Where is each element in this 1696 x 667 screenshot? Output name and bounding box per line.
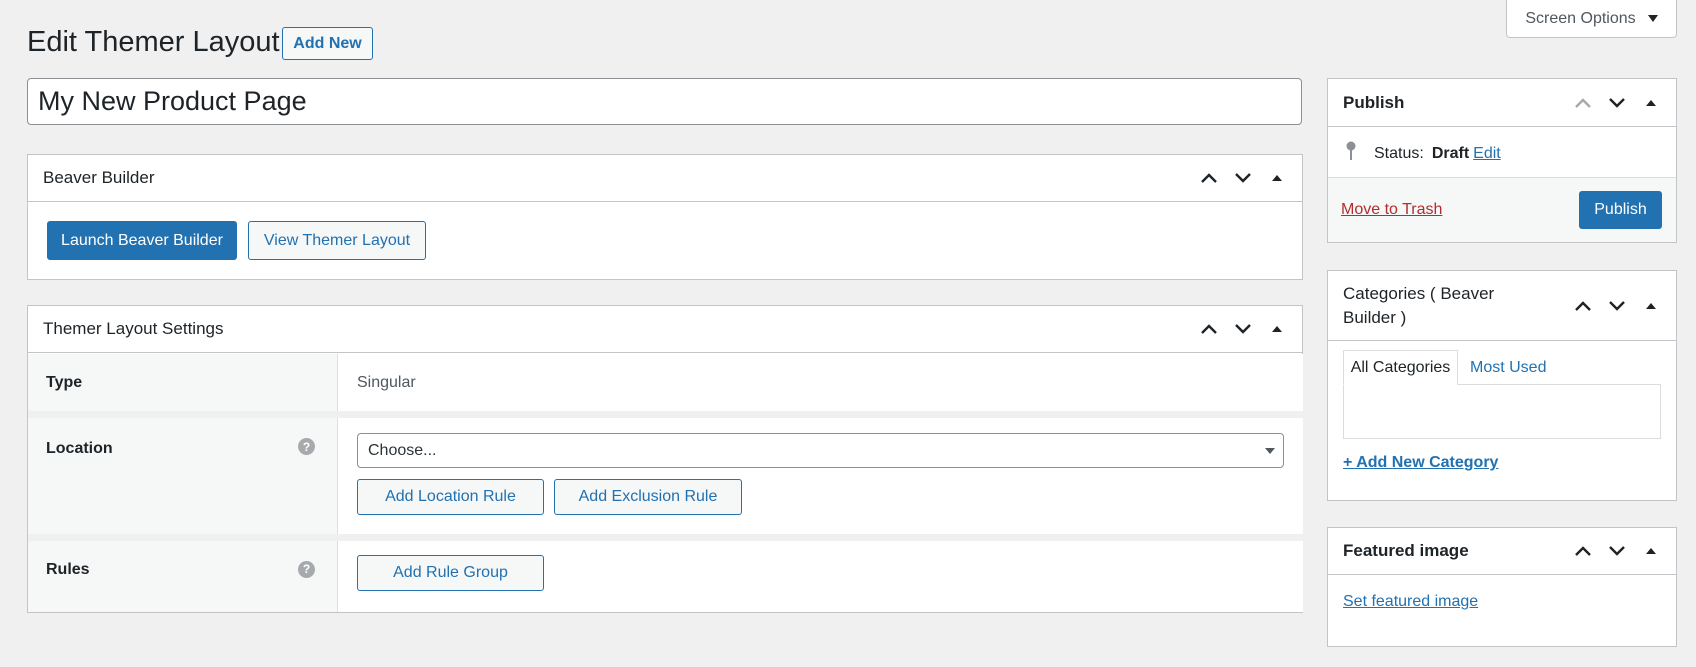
move-down-icon[interactable]	[1233, 168, 1253, 188]
featured-image-title: Featured image	[1343, 541, 1469, 560]
toggle-panel-icon[interactable]	[1267, 168, 1287, 188]
categories-list	[1343, 384, 1661, 439]
add-new-button[interactable]: Add New	[282, 27, 373, 60]
box-controls	[1199, 168, 1287, 188]
toggle-panel-icon[interactable]	[1641, 541, 1661, 561]
beaver-builder-title: Beaver Builder	[43, 168, 155, 187]
launch-beaver-builder-button[interactable]: Launch Beaver Builder	[47, 221, 237, 260]
post-title-input[interactable]	[27, 78, 1302, 125]
row-divider	[28, 534, 1303, 541]
categories-header: Categories ( Beaver Builder )	[1328, 271, 1676, 341]
row-divider	[28, 411, 1303, 418]
toggle-panel-icon[interactable]	[1641, 296, 1661, 316]
move-down-icon[interactable]	[1607, 93, 1627, 113]
box-controls	[1199, 319, 1287, 339]
dropdown-arrow-icon	[1265, 448, 1275, 454]
publish-status: Status: Draft Edit	[1344, 141, 1501, 166]
location-select-value: Choose...	[368, 441, 437, 459]
page-title: Edit Themer Layout	[27, 26, 280, 58]
box-controls	[1573, 93, 1661, 113]
publish-header: Publish	[1328, 79, 1676, 127]
tab-most-used[interactable]: Most Used	[1470, 350, 1546, 385]
toggle-panel-icon[interactable]	[1641, 93, 1661, 113]
categories-title: Categories ( Beaver Builder )	[1343, 282, 1494, 330]
rules-label-cell: Rules ?	[28, 541, 338, 612]
tab-all-categories[interactable]: All Categories	[1343, 350, 1458, 385]
status-edit-link[interactable]: Edit	[1473, 145, 1501, 163]
box-controls	[1573, 541, 1661, 561]
screen-options-button[interactable]: Screen Options	[1506, 0, 1677, 38]
type-label: Type	[46, 374, 83, 391]
themer-settings-header: Themer Layout Settings	[28, 306, 1302, 353]
help-icon[interactable]: ?	[298, 438, 315, 455]
type-label-cell: Type	[28, 354, 338, 411]
help-icon[interactable]: ?	[298, 561, 315, 578]
rules-label: Rules	[46, 561, 90, 578]
categories-title-line1: Categories ( Beaver	[1343, 283, 1495, 303]
location-label: Location	[46, 440, 113, 457]
move-up-icon[interactable]	[1199, 168, 1219, 188]
themer-settings-title: Themer Layout Settings	[43, 319, 224, 338]
status-value: Draft	[1431, 144, 1470, 162]
move-up-icon[interactable]	[1573, 296, 1593, 316]
location-select[interactable]: Choose...	[357, 433, 1284, 468]
move-up-icon[interactable]	[1573, 541, 1593, 561]
status-label: Status:	[1374, 144, 1424, 162]
categories-box: Categories ( Beaver Builder ) All Catego…	[1327, 270, 1677, 501]
move-up-icon[interactable]	[1573, 93, 1593, 113]
themer-settings-box: Themer Layout Settings Type Singular Loc…	[27, 305, 1303, 613]
caret-down-icon	[1647, 15, 1658, 22]
type-value: Singular	[357, 374, 416, 391]
add-new-category-link[interactable]: + Add New Category	[1343, 454, 1498, 472]
add-rule-group-button[interactable]: Add Rule Group	[357, 555, 544, 591]
location-value-cell: Choose... Add Location Rule Add Exclusio…	[338, 418, 1303, 534]
set-featured-image-link[interactable]: Set featured image	[1343, 593, 1478, 611]
beaver-builder-header: Beaver Builder	[28, 155, 1302, 202]
beaver-builder-box: Beaver Builder Launch Beaver Builder Vie…	[27, 154, 1303, 280]
publish-button[interactable]: Publish	[1579, 191, 1662, 229]
type-value-cell: Singular	[338, 354, 1303, 411]
move-to-trash-link[interactable]: Move to Trash	[1341, 201, 1442, 219]
move-down-icon[interactable]	[1233, 319, 1253, 339]
add-exclusion-rule-button[interactable]: Add Exclusion Rule	[554, 479, 742, 515]
publish-title: Publish	[1343, 92, 1405, 112]
box-controls	[1573, 296, 1661, 316]
add-location-rule-button[interactable]: Add Location Rule	[357, 479, 544, 515]
view-themer-layout-button[interactable]: View Themer Layout	[248, 221, 426, 260]
move-down-icon[interactable]	[1607, 296, 1627, 316]
toggle-panel-icon[interactable]	[1267, 319, 1287, 339]
publish-actions: Move to Trash Publish	[1328, 177, 1676, 242]
featured-image-box: Featured image Set featured image	[1327, 527, 1677, 647]
categories-title-line2: Builder )	[1343, 307, 1407, 327]
type-row: Type Singular	[28, 354, 1303, 411]
rules-value-cell: Add Rule Group	[338, 541, 1303, 612]
move-up-icon[interactable]	[1199, 319, 1219, 339]
move-down-icon[interactable]	[1607, 541, 1627, 561]
location-row: Location ? Choose... Add Location Rule A…	[28, 418, 1303, 534]
location-label-cell: Location ?	[28, 418, 338, 534]
screen-options-label: Screen Options	[1525, 9, 1636, 27]
featured-image-header: Featured image	[1328, 528, 1676, 575]
publish-box: Publish Status: Draft Edit Move to Trash…	[1327, 78, 1677, 243]
pin-icon	[1344, 141, 1358, 166]
rules-row: Rules ? Add Rule Group	[28, 541, 1303, 612]
